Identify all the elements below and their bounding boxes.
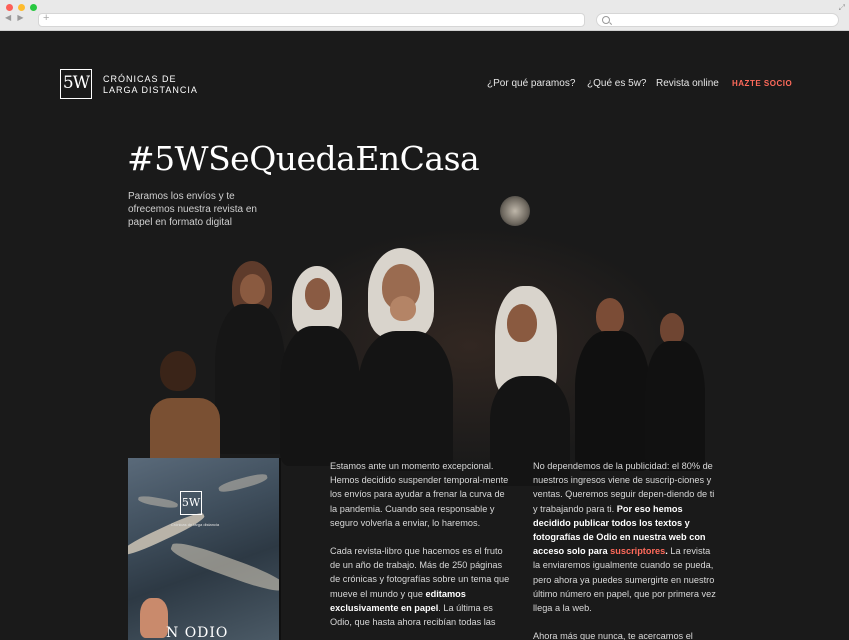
- site-logo-text[interactable]: CRÓNICAS DE LARGA DISTANCIA: [103, 74, 213, 96]
- logo-text-line2: LARGA DISTANCIA: [103, 85, 198, 95]
- site-logo[interactable]: 5W: [60, 69, 92, 99]
- browser-search-field[interactable]: [596, 13, 839, 27]
- page-title: #5WSeQuedaEnCasa: [127, 139, 480, 178]
- maximize-window-icon[interactable]: [30, 4, 37, 11]
- browser-chrome: ◀ ▶ + ⤢: [0, 0, 849, 31]
- plus-icon: +: [43, 12, 50, 24]
- paragraph: Estamos ante un momento excepcional. Hem…: [330, 461, 509, 528]
- magazine-cover[interactable]: [128, 458, 279, 640]
- back-forward-icon[interactable]: ◀ ▶: [5, 13, 26, 22]
- text-column-right: No dependemos de la publicidad: el 80% d…: [533, 459, 718, 640]
- cover-subtitle: Crónicas de larga distancia: [170, 522, 220, 527]
- close-window-icon[interactable]: [6, 4, 13, 11]
- cover-logo: 5W: [180, 491, 202, 515]
- search-icon: [602, 16, 610, 24]
- nav-item-por-que-paramos[interactable]: ¿Por qué paramos?: [487, 78, 575, 89]
- minimize-window-icon[interactable]: [18, 4, 25, 11]
- hazte-socio-button[interactable]: HAZTE SOCIO: [732, 79, 792, 88]
- paragraph: No dependemos de la publicidad: el 80% d…: [533, 461, 716, 614]
- fullscreen-icon[interactable]: ⤢: [839, 3, 845, 13]
- address-bar[interactable]: +: [38, 12, 585, 27]
- logo-text-line1: CRÓNICAS DE: [103, 74, 177, 84]
- page-content: 5W CRÓNICAS DE LARGA DISTANCIA ¿Por qué …: [0, 31, 849, 640]
- nav-item-que-es-5w[interactable]: ¿Qué es 5w?: [587, 78, 646, 89]
- cover-title: N ODIO: [166, 625, 229, 640]
- hand-image: [140, 598, 168, 638]
- suscriptores-link[interactable]: suscriptores: [610, 546, 665, 556]
- nav-item-revista-online[interactable]: Revista online: [656, 78, 719, 89]
- paragraph: Ahora más que nunca, te acercamos el: [533, 631, 693, 640]
- paragraph: Cada revista-libro que hacemos es el fru…: [330, 546, 510, 628]
- text-column-left: Estamos ante un momento excepcional. Hem…: [330, 459, 510, 640]
- page-subtitle: Paramos los envíos y te ofrecemos nuestr…: [128, 191, 257, 228]
